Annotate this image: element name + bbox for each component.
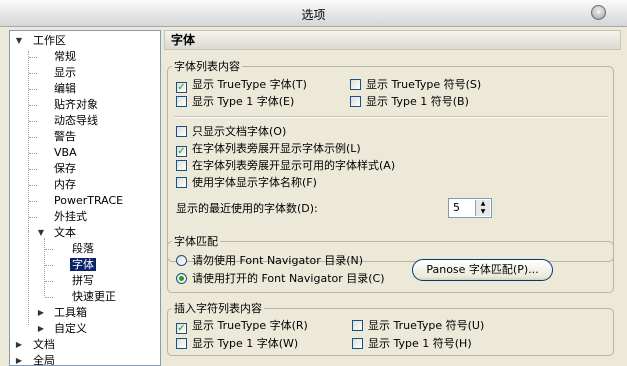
tree-connector <box>29 217 37 218</box>
spinner-buttons: ▲ ▼ <box>475 200 490 216</box>
recent-fonts-spinner[interactable]: 5 ▲ ▼ <box>448 198 492 218</box>
tree-connector <box>29 137 37 138</box>
show-type1-symbols-checkbox[interactable]: 显示 Type 1 符号(B) <box>350 94 469 110</box>
window-title: 选项 <box>301 8 326 22</box>
tree-guide <box>44 238 45 296</box>
tree-connector <box>45 265 53 266</box>
checkbox-box[interactable] <box>350 79 361 90</box>
tree-guide <box>28 51 29 231</box>
insert-show-type1-fonts-checkbox[interactable]: 显示 Type 1 字体(W) <box>176 336 298 352</box>
checkbox-box[interactable] <box>176 177 187 188</box>
checkbox-box[interactable] <box>352 320 363 331</box>
use-open-navigator-radio[interactable]: 请使用打开的 Font Navigator 目录(C) <box>176 271 385 287</box>
tree-connector <box>29 57 37 58</box>
collapsed-arrow-icon[interactable]: ▶ <box>14 353 24 365</box>
checkmark-icon[interactable]: ✓ <box>176 323 187 334</box>
tree-item-fonts[interactable]: 字体 <box>70 257 96 273</box>
expanded-arrow-icon[interactable]: ▼ <box>14 33 24 49</box>
tree-item-snap-objects[interactable]: 贴齐对象 <box>54 97 98 113</box>
show-type1-fonts-checkbox[interactable]: 显示 Type 1 字体(E) <box>176 94 294 110</box>
tree-connector <box>29 201 37 202</box>
tree-connector <box>45 249 53 250</box>
show-truetype-fonts-checkbox[interactable]: ✓ 显示 TrueType 字体(T) <box>176 77 307 93</box>
tree-item-edit[interactable]: 编辑 <box>54 81 76 97</box>
tree-item-paragraph[interactable]: 段落 <box>72 241 94 257</box>
insert-show-type1-symbols-checkbox[interactable]: 显示 Type 1 符号(H) <box>352 336 472 352</box>
tree-item-customize[interactable]: ▶ 自定义 <box>36 321 87 337</box>
panel-title: 字体 <box>164 30 621 50</box>
fonts-panel: 字体 字体列表内容 ✓ 显示 TrueType 字体(T) 显示 TrueType… <box>164 30 621 366</box>
show-available-styles-checkbox[interactable]: 在字体列表旁展开显示可用的字体样式(A) <box>176 158 395 174</box>
tree-item-vba[interactable]: VBA <box>54 145 77 161</box>
tree-item-spelling[interactable]: 拼写 <box>72 273 94 289</box>
panose-font-matching-button[interactable]: Panose 字体匹配(P)... <box>412 259 553 281</box>
checkbox-box[interactable] <box>176 126 187 137</box>
checkbox-box[interactable] <box>176 160 187 171</box>
tree-item-quick-correct[interactable]: 快速更正 <box>72 289 116 305</box>
tree-connector <box>29 73 37 74</box>
tree-connector <box>29 89 37 90</box>
only-document-fonts-checkbox[interactable]: 只显示文档字体(O) <box>176 124 286 140</box>
collapsed-arrow-icon[interactable]: ▶ <box>36 305 46 321</box>
checkbox-box[interactable] <box>176 338 187 349</box>
radio-circle[interactable] <box>176 255 187 266</box>
tree-connector <box>29 185 37 186</box>
checkmark-icon[interactable]: ✓ <box>176 82 187 93</box>
tree-connector <box>29 121 37 122</box>
tree-item-plugins[interactable]: 外挂式 <box>54 209 87 225</box>
tree-item-powertrace[interactable]: PowerTRACE <box>54 193 123 209</box>
tree-item-workspace[interactable]: ▼ 工作区 <box>14 33 66 49</box>
title-bar: 选项 <box>0 0 627 27</box>
collapsed-arrow-icon[interactable]: ▶ <box>36 321 46 337</box>
radio-circle[interactable] <box>176 273 187 284</box>
expanded-arrow-icon[interactable]: ▼ <box>36 225 46 241</box>
spin-down-icon[interactable]: ▼ <box>476 208 490 216</box>
spin-up-icon[interactable]: ▲ <box>476 200 490 208</box>
recent-fonts-value[interactable]: 5 <box>453 201 460 214</box>
tree-connector <box>29 153 37 154</box>
collapsed-arrow-icon[interactable]: ▶ <box>14 337 24 353</box>
tree-connector <box>45 281 53 282</box>
tree-guide <box>28 231 29 325</box>
tree-item-text[interactable]: ▼ 文本 <box>36 225 76 241</box>
show-truetype-symbols-checkbox[interactable]: 显示 TrueType 符号(S) <box>350 77 481 93</box>
tree-connector <box>29 169 37 170</box>
tree-item-dynamic-guides[interactable]: 动态导线 <box>54 113 98 129</box>
tree-item-general[interactable]: 常规 <box>54 49 76 65</box>
tree-item-memory[interactable]: 内存 <box>54 177 76 193</box>
tree-item-toolbox[interactable]: ▶ 工具箱 <box>36 305 87 321</box>
insert-show-truetype-symbols-checkbox[interactable]: 显示 TrueType 符号(U) <box>352 318 484 334</box>
tree-item-warnings[interactable]: 警告 <box>54 129 76 145</box>
tree-item-save[interactable]: 保存 <box>54 161 76 177</box>
checkbox-box[interactable] <box>176 96 187 107</box>
options-tree[interactable]: ▼ 工作区 常规 显示 编辑 贴齐对象 动态导线 警告 VBA 保存 内存 Po… <box>9 30 161 366</box>
tree-connector <box>45 297 53 298</box>
font-matching-legend: 字体匹配 <box>174 235 218 248</box>
tree-item-display[interactable]: 显示 <box>54 65 76 81</box>
dont-use-navigator-radio[interactable]: 请勿使用 Font Navigator 目录(N) <box>176 253 363 269</box>
use-font-to-show-name-checkbox[interactable]: 使用字体显示字体名称(F) <box>176 175 317 191</box>
font-list-legend: 字体列表内容 <box>174 60 240 73</box>
separator <box>174 116 608 118</box>
tree-item-global[interactable]: ▶ 全局 <box>14 353 55 365</box>
insert-show-truetype-fonts-checkbox[interactable]: ✓ 显示 TrueType 字体(R) <box>176 318 308 334</box>
checkmark-icon[interactable]: ✓ <box>176 146 187 157</box>
recent-fonts-label: 显示的最近使用的字体数(D): <box>176 202 318 215</box>
close-button[interactable] <box>591 5 606 20</box>
checkbox-box[interactable] <box>350 96 361 107</box>
show-font-samples-checkbox[interactable]: ✓ 在字体列表旁展开显示字体示例(L) <box>176 141 361 157</box>
checkbox-box[interactable] <box>352 338 363 349</box>
insert-char-list-legend: 插入字符列表内容 <box>174 302 262 315</box>
tree-item-document[interactable]: ▶ 文档 <box>14 337 55 353</box>
tree-connector <box>29 105 37 106</box>
